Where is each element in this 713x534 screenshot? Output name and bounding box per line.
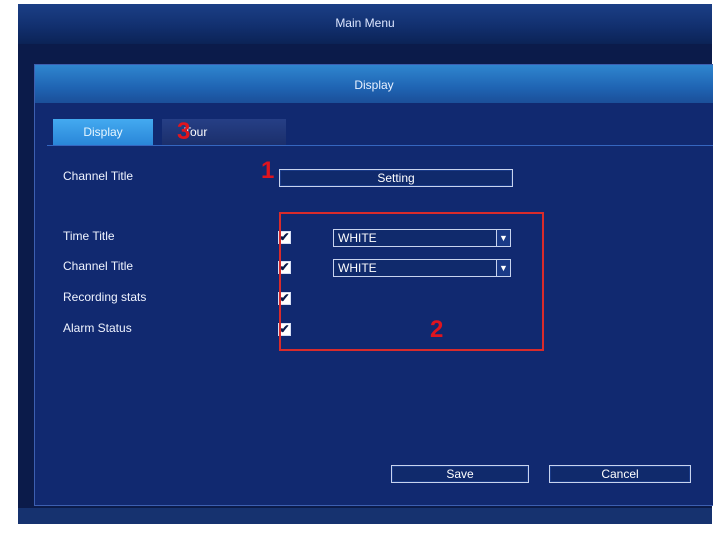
tab-display[interactable]: Display [53, 119, 153, 145]
channel-title-option-label: Channel Title [63, 259, 134, 273]
alarm-status-label: Alarm Status [63, 321, 132, 335]
annotation-box [279, 212, 544, 351]
dvr-screen: Main Menu Display Display Tour Channel T… [18, 4, 713, 524]
save-button[interactable]: Save [391, 465, 529, 483]
cancel-button[interactable]: Cancel [549, 465, 691, 483]
annotation-3: 3 [177, 118, 191, 145]
dialog-title: Display [354, 78, 394, 92]
annotation-1: 1 [261, 157, 275, 184]
recording-stats-label: Recording stats [63, 290, 147, 304]
time-title-label: Time Title [63, 229, 115, 243]
tab-bar: Display Tour [47, 119, 713, 146]
display-dialog: Display Display Tour Channel Title Setti… [34, 64, 713, 506]
main-menu-title: Main Menu [335, 16, 395, 30]
footer-strip [18, 508, 712, 524]
dialog-header: Display [35, 65, 713, 103]
main-menu-header: Main Menu [18, 4, 712, 44]
channel-title-setting-button[interactable]: Setting [279, 169, 513, 187]
channel-title-label: Channel Title [63, 169, 134, 183]
annotation-2: 2 [430, 316, 444, 343]
